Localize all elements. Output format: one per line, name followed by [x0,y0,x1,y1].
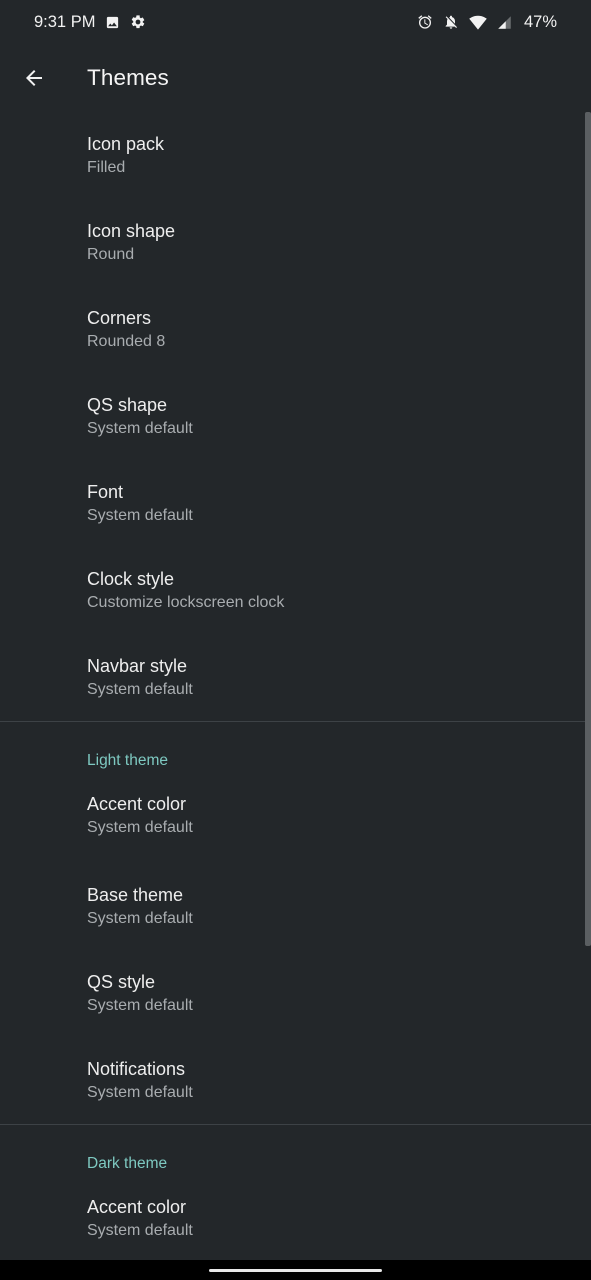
pref-summary: System default [87,420,193,437]
pref-dark-accent-color[interactable]: Accent color System default [0,1179,591,1260]
pref-light-qs-style[interactable]: QS style System default [0,950,591,1037]
pref-summary: System default [87,681,193,698]
status-bar-right: 47% [417,13,557,32]
status-time: 9:31 PM [34,12,96,31]
pref-title: Icon pack [87,134,165,154]
pref-title: Font [87,482,124,502]
pref-summary: System default [87,910,193,927]
themes-screen: 9:31 PM 47% Themes Icon pack Filled Icon… [0,0,591,1280]
gear-icon [130,14,146,30]
app-bar: Themes [0,44,591,112]
page-title: Themes [87,65,169,90]
status-bar: 9:31 PM 47% [0,0,591,44]
pref-title: Notifications [87,1059,186,1079]
pref-title: Clock style [87,569,175,589]
pref-title: Icon shape [87,221,176,241]
wifi-icon [469,15,487,30]
scrollbar[interactable] [585,112,591,946]
pref-title: Accent color [87,794,187,814]
pref-corners[interactable]: Corners Rounded 8 [0,286,591,373]
battery-percentage: 47% [523,12,557,31]
pref-title: Navbar style [87,656,188,676]
navigation-bar [0,1260,591,1280]
pref-title: QS style [87,972,156,992]
pref-icon-pack[interactable]: Icon pack Filled [0,112,591,199]
pref-title: Base theme [87,885,184,905]
back-button[interactable] [18,62,50,94]
pref-light-accent-color[interactable]: Accent color System default [0,776,591,863]
signal-icon [497,15,512,30]
pref-qs-shape[interactable]: QS shape System default [0,373,591,460]
notifications-off-icon [443,14,459,30]
category-light-theme: Light theme [87,752,168,769]
pref-summary: Rounded 8 [87,333,166,350]
status-bar-left: 9:31 PM [34,13,146,32]
pref-summary: System default [87,819,193,836]
pref-title: Accent color [87,1197,187,1217]
pref-light-base-theme[interactable]: Base theme System default [0,863,591,950]
pref-summary: System default [87,997,193,1014]
pref-navbar-style[interactable]: Navbar style System default [0,634,591,721]
alarm-icon [417,14,433,30]
pref-summary: System default [87,1084,193,1101]
pref-summary: Round [87,246,135,263]
pref-summary: Customize lockscreen clock [87,594,285,611]
pref-clock-style[interactable]: Clock style Customize lockscreen clock [0,547,591,634]
image-icon [105,15,120,30]
pref-font[interactable]: Font System default [0,460,591,547]
pref-summary: System default [87,1222,193,1239]
pref-light-notifications[interactable]: Notifications System default [0,1037,591,1124]
category-dark-theme: Dark theme [87,1155,168,1172]
pref-icon-shape[interactable]: Icon shape Round [0,199,591,286]
pref-title: Corners [87,308,152,328]
preference-list[interactable]: Icon pack Filled Icon shape Round Corner… [0,112,591,1260]
pref-summary: Filled [87,159,126,176]
pref-title: QS shape [87,395,168,415]
gesture-handle[interactable] [209,1269,382,1272]
arrow-back-icon [26,70,42,86]
pref-summary: System default [87,507,193,524]
